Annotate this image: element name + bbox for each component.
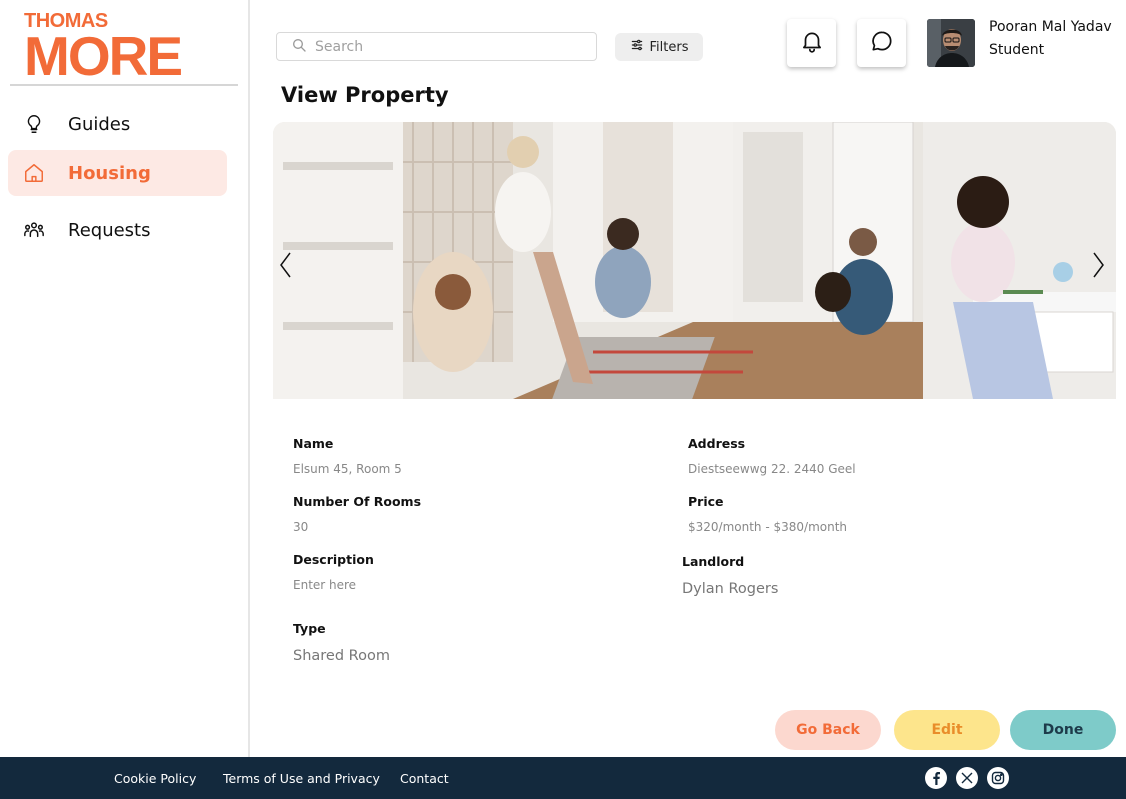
- chevron-left-icon: [277, 252, 295, 284]
- landlord-label: Landlord: [682, 554, 745, 569]
- address-value: Diestseewwg 22. 2440 Geel: [688, 462, 856, 476]
- search-bar: [276, 32, 597, 61]
- footer-link-terms[interactable]: Terms of Use and Privacy: [223, 771, 380, 786]
- bell-icon: [799, 28, 825, 58]
- sliders-icon: [630, 38, 644, 56]
- type-value: Shared Room: [293, 648, 390, 664]
- instagram-icon[interactable]: [987, 767, 1009, 789]
- user-name: Pooran Mal Yadav: [989, 19, 1112, 35]
- app: THOMAS MORE Guides Housing Requests Sear…: [0, 0, 1126, 799]
- sidebar-item-label: Requests: [68, 219, 151, 241]
- users-icon: [22, 218, 46, 242]
- sidebar-item-label: Guides: [68, 113, 131, 135]
- footer-link-cookie-policy[interactable]: Cookie Policy: [114, 771, 196, 786]
- landlord-value: Dylan Rogers: [682, 581, 779, 597]
- price-value: $320/month - $380/month: [688, 520, 848, 534]
- sidebar-divider: [10, 84, 238, 86]
- price-label: Price: [688, 494, 724, 509]
- search-icon: [291, 37, 307, 57]
- sidebar-item-guides[interactable]: Guides: [8, 101, 227, 147]
- notifications-button[interactable]: [787, 19, 836, 67]
- chat-bubble-icon: [869, 28, 895, 58]
- name-value: Elsum 45, Room 5: [293, 462, 402, 476]
- sidebar-item-requests[interactable]: Requests: [8, 207, 227, 253]
- user-role: Student: [989, 42, 1045, 58]
- x-icon[interactable]: [956, 767, 978, 789]
- home-icon: [22, 161, 46, 185]
- messages-button[interactable]: [857, 19, 906, 67]
- sidebar-item-label: Housing: [68, 162, 151, 184]
- thomas-more-logo[interactable]: THOMAS MORE: [24, 10, 183, 84]
- footer: Cookie Policy Terms of Use and Privacy C…: [0, 757, 1126, 799]
- rooms-value: 30: [293, 520, 309, 534]
- carousel-prev-button[interactable]: [277, 250, 295, 280]
- footer-link-contact[interactable]: Contact: [400, 771, 449, 786]
- sidebar: THOMAS MORE Guides Housing Requests: [0, 0, 250, 757]
- name-label: Name: [293, 436, 334, 451]
- chevron-right-icon: [1089, 252, 1107, 284]
- description-value: Enter here: [293, 578, 357, 592]
- filters-label: Filters: [649, 39, 689, 55]
- filters-button[interactable]: Filters: [615, 33, 703, 61]
- facebook-icon[interactable]: [925, 767, 947, 789]
- rooms-label: Number Of Rooms: [293, 494, 422, 509]
- edit-button[interactable]: Edit: [894, 710, 1000, 750]
- address-label: Address: [688, 436, 746, 451]
- done-button[interactable]: Done: [1010, 710, 1116, 750]
- search-input[interactable]: [315, 38, 575, 55]
- page-title: View Property: [281, 83, 449, 107]
- go-back-button[interactable]: Go Back: [775, 710, 881, 750]
- type-label: Type: [293, 621, 326, 636]
- logo-line-bottom: MORE: [24, 25, 183, 87]
- sidebar-item-housing[interactable]: Housing: [8, 150, 227, 196]
- description-label: Description: [293, 552, 374, 567]
- carousel-next-button[interactable]: [1089, 250, 1107, 280]
- avatar[interactable]: [927, 19, 975, 67]
- property-photo: [273, 122, 1116, 399]
- lightbulb-icon: [22, 112, 46, 136]
- property-photo-carousel: [273, 122, 1116, 399]
